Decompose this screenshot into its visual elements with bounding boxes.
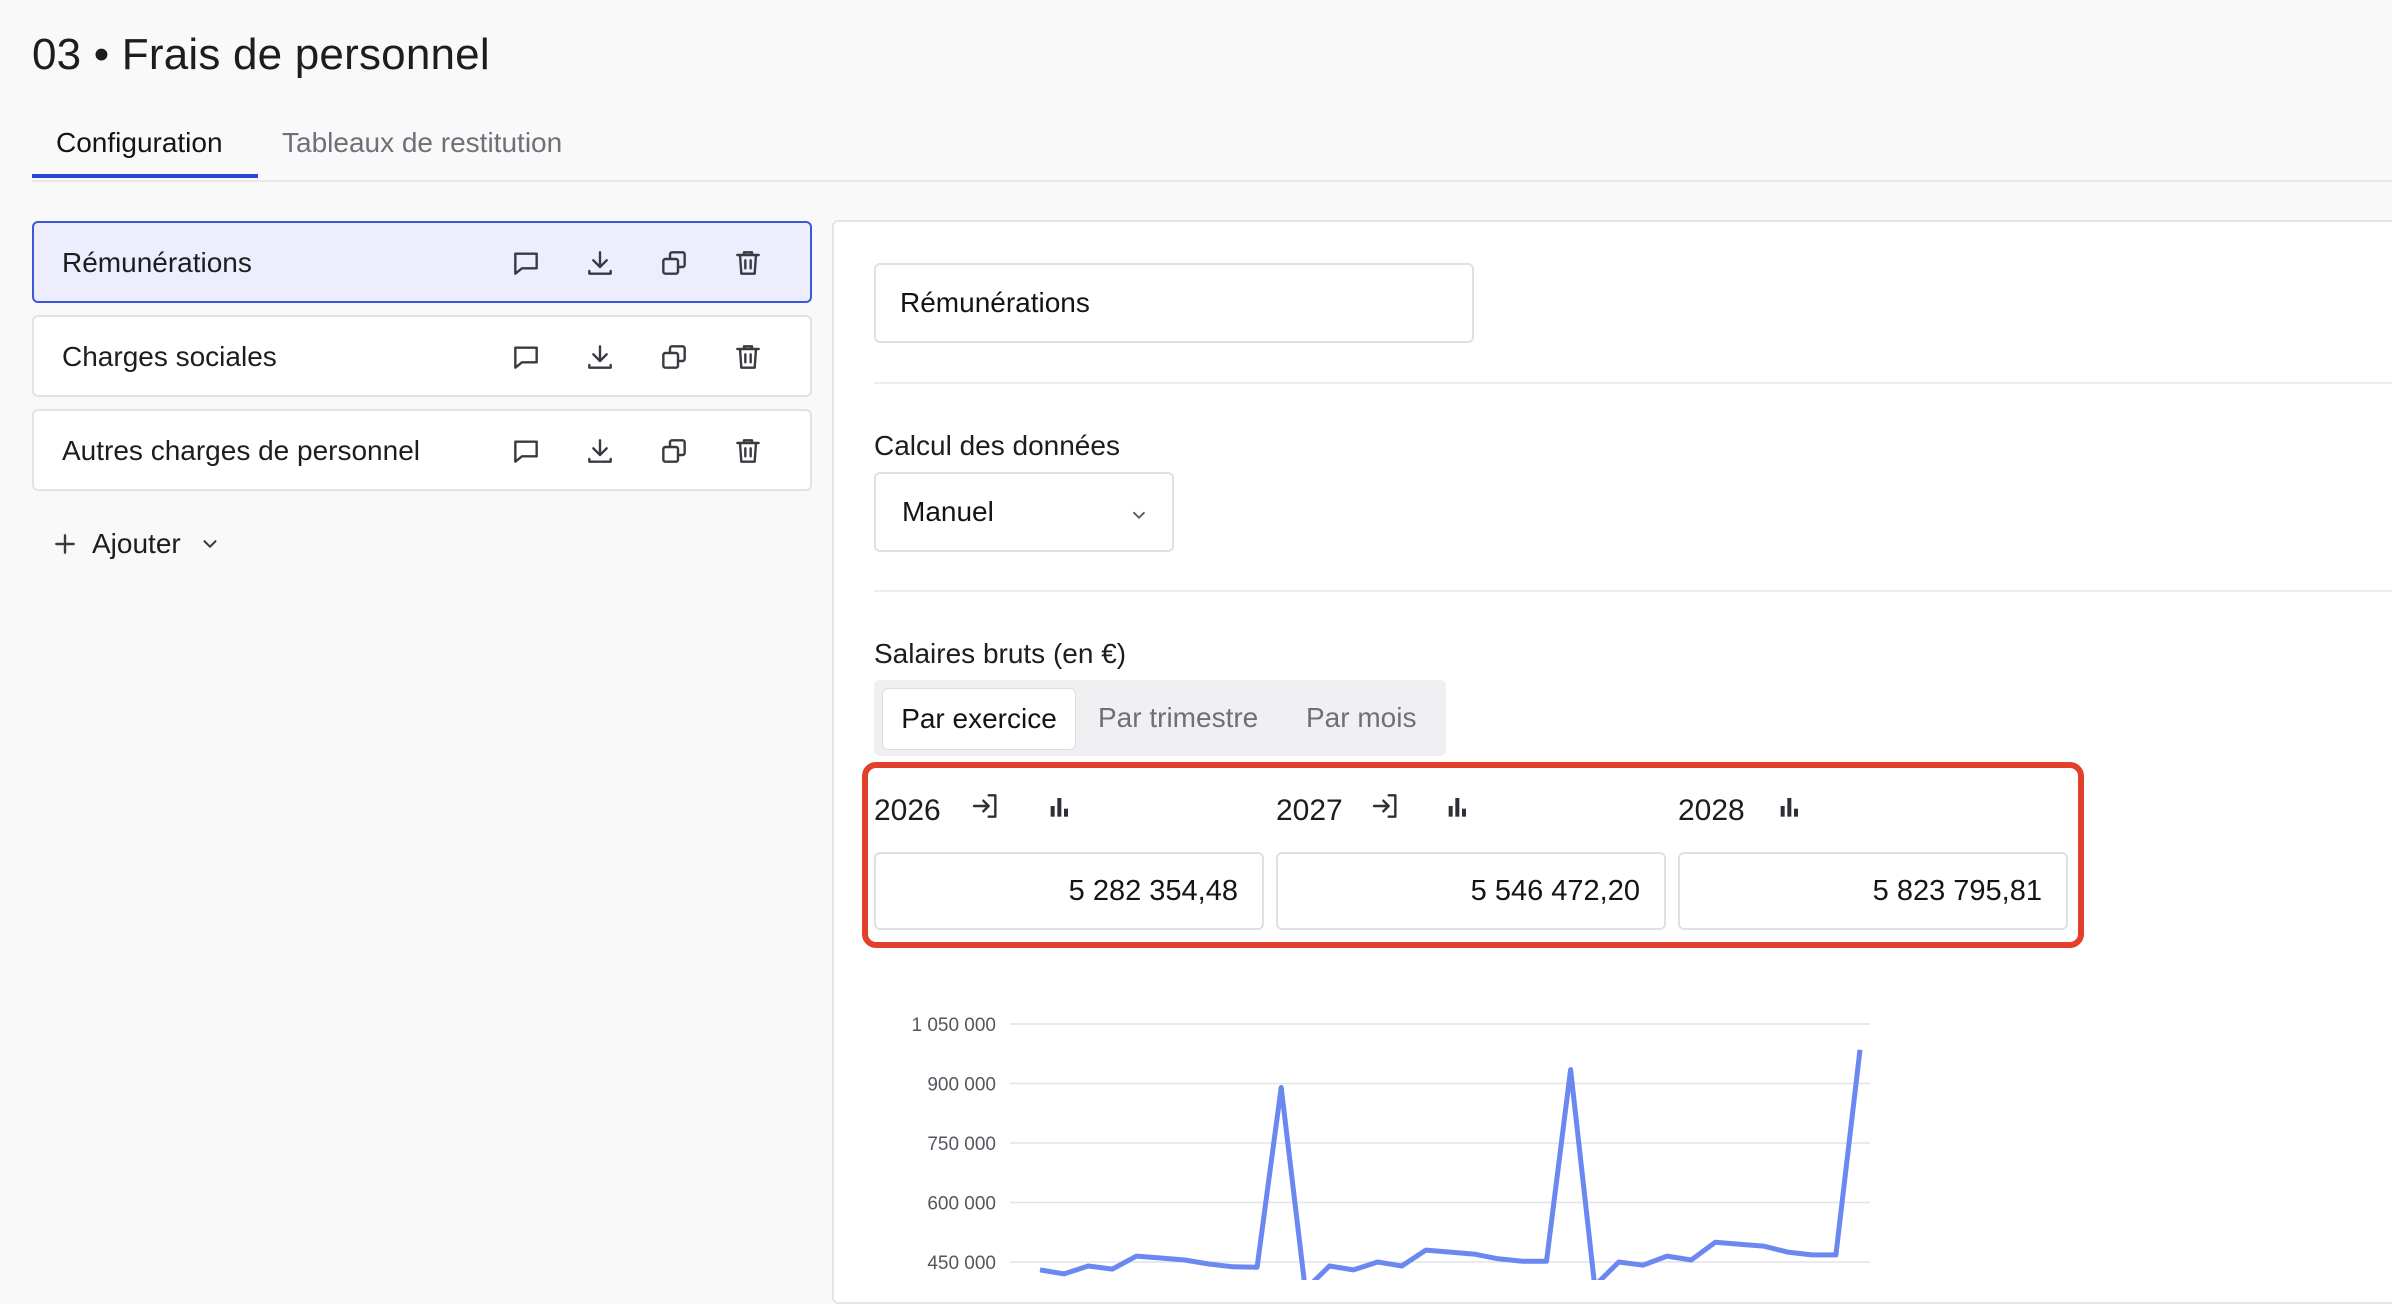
period-selector: Par exercice Par trimestre Par mois: [874, 680, 1446, 756]
year-label: 2027: [1276, 794, 1343, 827]
download-icon[interactable]: [582, 339, 618, 375]
calc-mode-select[interactable]: Manuel: [874, 472, 1174, 552]
comment-icon[interactable]: [508, 245, 544, 281]
salary-chart: 1 050 000 900 000 750 000 600 000 450 000: [880, 1000, 1900, 1280]
salary-label: Salaires bruts (en €): [874, 638, 1127, 669]
tab-configuration[interactable]: Configuration: [32, 120, 258, 178]
tab-tableaux-de-restitution[interactable]: Tableaux de restitution: [282, 120, 562, 178]
import-icon[interactable]: [1370, 790, 1406, 826]
sidebar-list: Rémunérations Charges sociales Autres ch…: [32, 221, 812, 503]
tab-par-mois[interactable]: Par mois: [1306, 688, 1416, 748]
tab-par-exercice[interactable]: Par exercice: [882, 688, 1076, 750]
delete-icon[interactable]: [730, 245, 766, 281]
import-icon[interactable]: [970, 790, 1006, 826]
delete-icon[interactable]: [730, 339, 766, 375]
sidebar-item-label: Charges sociales: [62, 341, 277, 372]
year-label: 2028: [1678, 794, 1745, 827]
tab-bar: Configuration Tableaux de restitution: [32, 120, 2392, 182]
bar-chart-icon[interactable]: [1044, 790, 1080, 826]
y-tick-label: 900 000: [927, 1075, 996, 1096]
year-column-2027: 2027: [1276, 770, 1666, 930]
amount-input-2027[interactable]: [1276, 852, 1666, 930]
download-icon[interactable]: [582, 245, 618, 281]
year-column-2026: 2026: [874, 770, 1264, 930]
sidebar-item-label: Autres charges de personnel: [62, 435, 420, 466]
calc-label: Calcul des données: [874, 430, 1120, 461]
download-icon[interactable]: [582, 433, 618, 469]
sidebar-item-autres-charges[interactable]: Autres charges de personnel: [32, 409, 812, 491]
y-tick-label: 1 050 000: [911, 1015, 996, 1036]
chevron-down-icon: [1132, 511, 1146, 520]
add-button-label: Ajouter: [92, 528, 181, 559]
y-tick-label: 600 000: [927, 1194, 996, 1215]
divider: [874, 382, 2392, 384]
duplicate-icon[interactable]: [656, 245, 692, 281]
calc-mode-value: Manuel: [902, 496, 994, 527]
amount-input-2026[interactable]: [874, 852, 1264, 930]
bar-chart-icon[interactable]: [1442, 790, 1478, 826]
page-title: 03 • Frais de personnel: [32, 30, 490, 79]
sidebar-item-label: Rémunérations: [62, 247, 252, 278]
tab-par-trimestre[interactable]: Par trimestre: [1098, 688, 1258, 748]
add-button[interactable]: Ajouter: [52, 528, 221, 560]
year-column-2028: 2028: [1678, 770, 2068, 930]
duplicate-icon[interactable]: [656, 339, 692, 375]
duplicate-icon[interactable]: [656, 433, 692, 469]
divider: [874, 590, 2392, 592]
sidebar-item-remunerations[interactable]: Rémunérations: [32, 221, 812, 303]
series-line: [1039, 1049, 1863, 1280]
chevron-down-icon: [203, 540, 217, 549]
bar-chart-icon[interactable]: [1774, 790, 1810, 826]
year-label: 2026: [874, 794, 941, 827]
sidebar-item-charges-sociales[interactable]: Charges sociales: [32, 315, 812, 397]
salary-line-chart: 1 050 000 900 000 750 000 600 000 450 000: [911, 1015, 1870, 1280]
plus-icon: [55, 534, 75, 554]
comment-icon[interactable]: [508, 433, 544, 469]
y-tick-label: 450 000: [927, 1253, 996, 1274]
y-tick-label: 750 000: [927, 1134, 996, 1155]
comment-icon[interactable]: [508, 339, 544, 375]
amount-input-2028[interactable]: [1678, 852, 2068, 930]
name-field[interactable]: [874, 263, 1474, 343]
delete-icon[interactable]: [730, 433, 766, 469]
